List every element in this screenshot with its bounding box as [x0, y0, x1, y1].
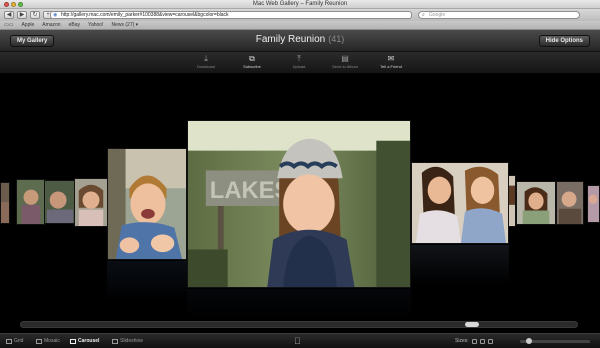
- view-slideshow-label: Slideshow: [120, 338, 143, 344]
- album-icon: ▤: [341, 54, 349, 63]
- bookmarks-bar: ▭▭ Apple Amazon eBay Yahoo! News (27) ▾: [0, 21, 600, 30]
- size-large-button[interactable]: [487, 338, 493, 344]
- carousel-photo[interactable]: [0, 182, 10, 224]
- carousel-photo[interactable]: [44, 180, 76, 224]
- carousel-photo[interactable]: [516, 181, 556, 225]
- bottom-bar: Grid Mosaic Carousel Slideshow  Sizes:: [0, 333, 600, 348]
- carousel-photo[interactable]: [556, 181, 584, 225]
- carousel-photo-center[interactable]: LAKES: [187, 120, 411, 288]
- gallery-header: My Gallery Family Reunion (41) Hide Optio…: [0, 30, 600, 52]
- upload-label: Upload: [292, 64, 306, 69]
- view-slideshow-button[interactable]: Slideshow: [112, 338, 143, 344]
- site-icon: ◉: [53, 12, 58, 18]
- window-titlebar: Mac Web Gallery – Family Reunion: [0, 0, 600, 9]
- address-bar[interactable]: ◉ http://gallery.mac.com/emily_parker#10…: [50, 11, 412, 19]
- back-button[interactable]: ◀: [4, 11, 14, 19]
- apple-logo-icon: : [294, 336, 301, 346]
- tell-a-friend-button[interactable]: ✉ Tell a Friend: [371, 54, 411, 69]
- window-title: Mac Web Gallery – Family Reunion: [252, 1, 348, 7]
- download-icon: ⤓: [204, 54, 208, 63]
- bookmark-item[interactable]: eBay: [69, 22, 80, 28]
- view-mosaic-button[interactable]: Mosaic: [36, 338, 60, 344]
- bookmark-item[interactable]: Amazon: [42, 22, 60, 28]
- subscribe-icon: ⧉: [249, 54, 255, 63]
- download-label: Download: [197, 64, 215, 69]
- slideshow-icon: [112, 338, 118, 344]
- address-text: http://gallery.mac.com/emily_parker#1003…: [61, 12, 229, 18]
- sizes-label: Sizes:: [455, 338, 469, 344]
- send-to-album-button[interactable]: ▤ Send to Album: [325, 54, 365, 69]
- photo-count: (41): [328, 34, 345, 44]
- search-icon: ⌕: [422, 12, 425, 18]
- carousel-photo[interactable]: [587, 185, 600, 223]
- carousel-photo[interactable]: [508, 175, 516, 227]
- envelope-icon: ✉: [387, 54, 395, 63]
- upload-button[interactable]: ⤒ Upload: [279, 54, 319, 69]
- grid-icon: [6, 338, 12, 344]
- scrubber-knob[interactable]: [465, 322, 479, 327]
- view-grid-button[interactable]: Grid: [6, 338, 23, 344]
- reload-button[interactable]: ↻: [30, 11, 40, 19]
- carousel-scrubber[interactable]: [20, 321, 578, 328]
- view-carousel-button[interactable]: Carousel: [70, 338, 99, 344]
- album-title: Family Reunion (41): [0, 34, 600, 45]
- view-grid-label: Grid: [14, 338, 24, 344]
- upload-icon: ⤒: [297, 54, 301, 63]
- download-button[interactable]: ⤓ Download: [186, 54, 226, 69]
- size-medium-button[interactable]: [479, 338, 485, 344]
- close-window-button[interactable]: [4, 2, 9, 7]
- zoom-slider-knob[interactable]: [526, 338, 532, 344]
- photo-reflection: [107, 261, 187, 301]
- window-controls[interactable]: [4, 2, 23, 7]
- bookmark-item[interactable]: Apple: [21, 22, 34, 28]
- svg-text:LAKES: LAKES: [210, 177, 291, 204]
- carousel-photo[interactable]: [74, 178, 108, 227]
- size-options: Sizes:: [455, 338, 493, 344]
- hide-options-button[interactable]: Hide Options: [538, 35, 590, 47]
- zoom-slider[interactable]: [520, 338, 590, 344]
- view-carousel-label: Carousel: [78, 338, 100, 344]
- subscribe-label: Subscribe: [243, 64, 261, 69]
- carousel-photo[interactable]: [411, 162, 509, 244]
- mosaic-icon: [36, 338, 42, 344]
- browser-toolbar: ◀ ▶ ↻ + ◉ http://gallery.mac.com/emily_p…: [0, 9, 600, 21]
- carousel-photo[interactable]: [16, 179, 46, 225]
- search-placeholder: Google: [429, 12, 446, 18]
- forward-button[interactable]: ▶: [17, 11, 27, 19]
- minimize-window-button[interactable]: [11, 2, 16, 7]
- carousel-stage: LAKES: [0, 75, 600, 320]
- bookmark-item[interactable]: Yahoo!: [88, 22, 103, 28]
- view-mosaic-label: Mosaic: [44, 338, 60, 344]
- bookmarks-book-icon[interactable]: ▭▭: [4, 22, 13, 28]
- album-title-text: Family Reunion: [255, 34, 326, 45]
- carousel-icon: [70, 338, 76, 344]
- tell-a-friend-label: Tell a Friend: [380, 64, 402, 69]
- photo-reflection: [187, 289, 411, 319]
- send-to-album-label: Send to Album: [331, 64, 359, 69]
- search-field[interactable]: ⌕ Google: [418, 11, 580, 19]
- carousel-photo[interactable]: [107, 148, 187, 260]
- action-bar: ⤓ Download ⧉ Subscribe ⤒ Upload ▤ Send t…: [0, 52, 600, 74]
- photo-reflection: [411, 245, 509, 285]
- bookmark-item[interactable]: News (27) ▾: [111, 22, 138, 28]
- subscribe-button[interactable]: ⧉ Subscribe: [232, 54, 272, 69]
- size-small-button[interactable]: [471, 338, 477, 344]
- zoom-window-button[interactable]: [18, 2, 23, 7]
